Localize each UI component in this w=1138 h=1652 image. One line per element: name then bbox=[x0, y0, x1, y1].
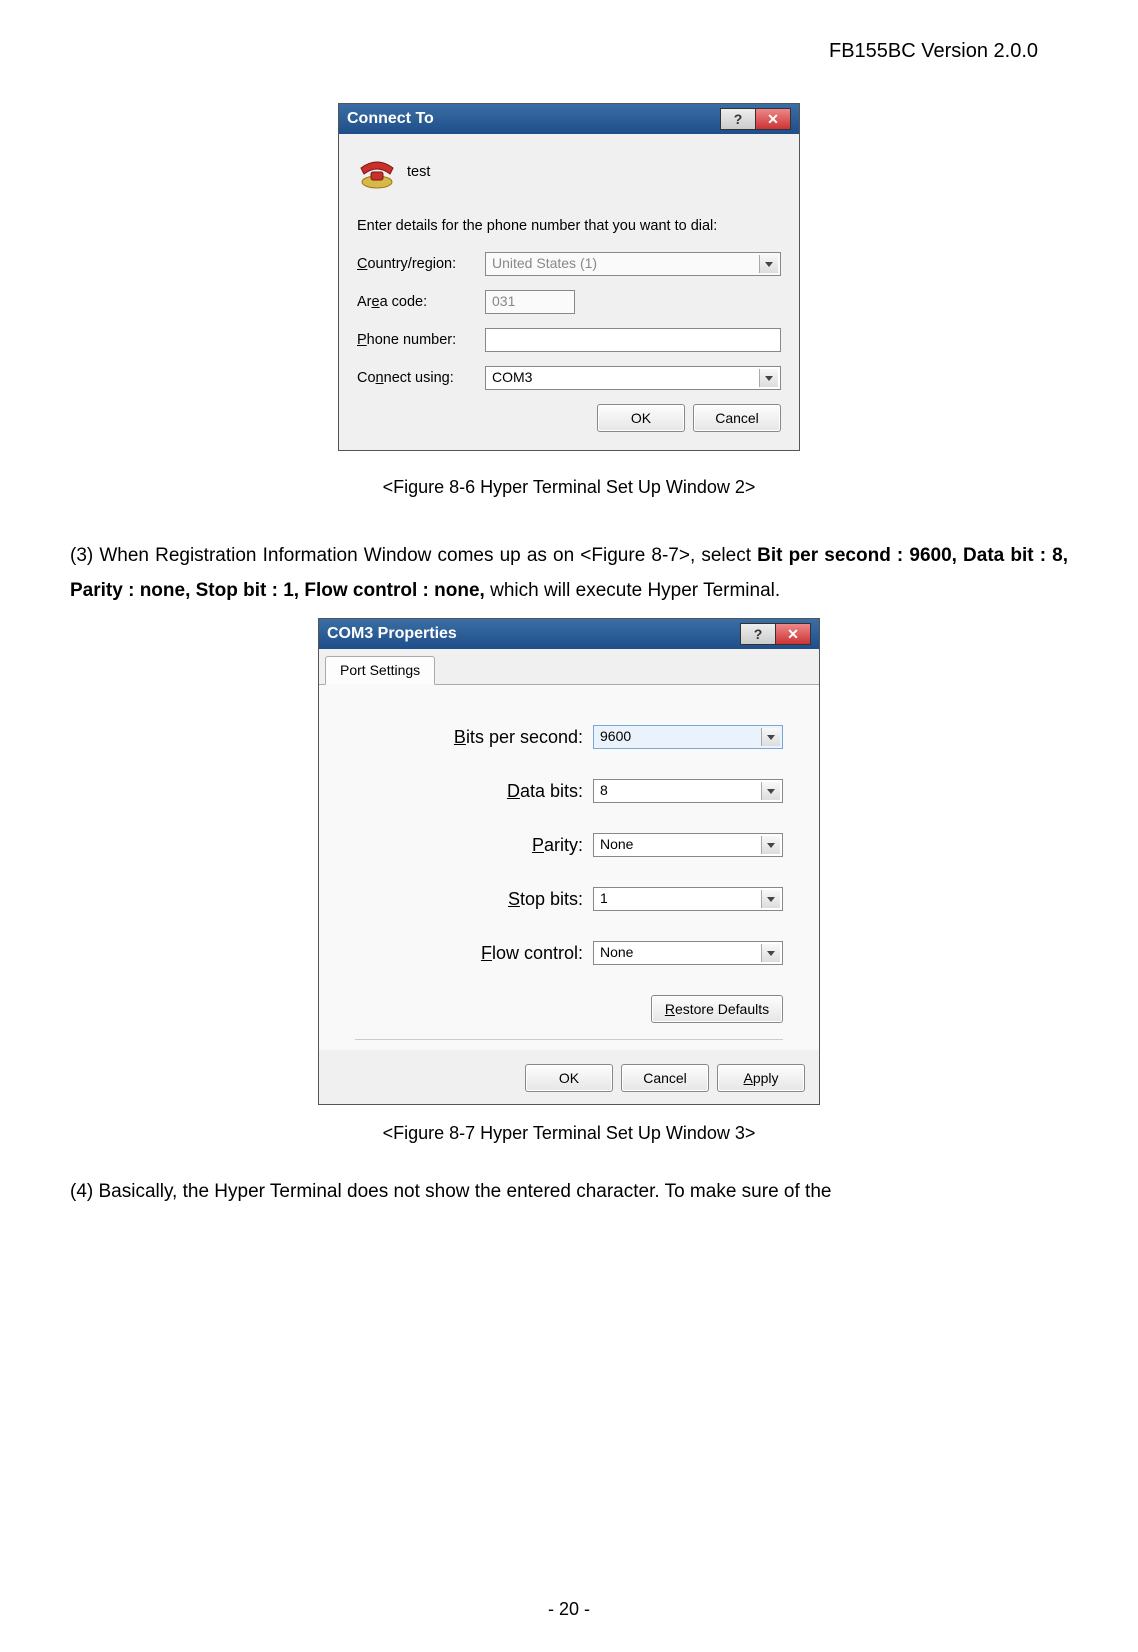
dialog-titlebar: COM3 Properties ? ✕ bbox=[319, 619, 819, 649]
chevron-down-icon bbox=[761, 890, 780, 908]
stopbits-label: Stop bits: bbox=[443, 889, 593, 910]
close-button[interactable]: ✕ bbox=[775, 623, 811, 645]
phone-number-input[interactable] bbox=[485, 328, 781, 352]
help-button[interactable]: ? bbox=[740, 623, 776, 645]
chevron-down-icon bbox=[761, 836, 780, 854]
question-icon: ? bbox=[734, 111, 743, 127]
paragraph-4: (4) Basically, the Hyper Terminal does n… bbox=[70, 1174, 1068, 1209]
area-code-label: Area code: bbox=[357, 294, 485, 310]
close-button[interactable]: ✕ bbox=[755, 108, 791, 130]
dialog-titlebar: Connect To ? ✕ bbox=[339, 104, 799, 134]
country-label: CCountry/region:ountry/region: bbox=[357, 256, 485, 272]
instruction-text: Enter details for the phone number that … bbox=[357, 218, 781, 234]
flow-label: Flow control: bbox=[443, 943, 593, 964]
chevron-down-icon bbox=[761, 728, 780, 746]
connect-using-label: Connect using: bbox=[357, 370, 485, 386]
apply-button[interactable]: Apply bbox=[717, 1064, 805, 1092]
chevron-down-icon bbox=[759, 255, 778, 273]
chevron-down-icon bbox=[759, 369, 778, 387]
figure-caption-1: <Figure 8-6 Hyper Terminal Set Up Window… bbox=[60, 477, 1078, 498]
databits-select[interactable]: 8 bbox=[593, 779, 783, 803]
area-code-input[interactable]: 031 bbox=[485, 290, 575, 314]
connect-to-dialog: Connect To ? ✕ test Enter details for th… bbox=[338, 103, 800, 451]
tab-port-settings[interactable]: Port Settings bbox=[325, 656, 435, 685]
dialog-title: Connect To bbox=[347, 110, 434, 128]
chevron-down-icon bbox=[761, 944, 780, 962]
cancel-button[interactable]: Cancel bbox=[693, 404, 781, 432]
cancel-button[interactable]: Cancel bbox=[621, 1064, 709, 1092]
close-icon: ✕ bbox=[787, 626, 799, 643]
ok-button[interactable]: OK bbox=[597, 404, 685, 432]
paragraph-3: (3) When Registration Information Window… bbox=[70, 538, 1068, 608]
phone-number-label: Phone number: bbox=[357, 332, 485, 348]
page-number: - 20 - bbox=[0, 1599, 1138, 1620]
dialog-title: COM3 Properties bbox=[327, 625, 457, 643]
connection-name: test bbox=[407, 164, 430, 180]
com-properties-dialog: COM3 Properties ? ✕ Port Settings Bits p… bbox=[318, 618, 820, 1105]
question-icon: ? bbox=[754, 626, 763, 642]
connect-using-select[interactable]: COM3 bbox=[485, 366, 781, 390]
doc-version: FB155BC Version 2.0.0 bbox=[60, 40, 1038, 63]
databits-label: Data bits: bbox=[443, 781, 593, 802]
telephone-icon bbox=[357, 154, 397, 190]
parity-label: Parity: bbox=[443, 835, 593, 856]
close-icon: ✕ bbox=[767, 111, 779, 128]
flow-select[interactable]: None bbox=[593, 941, 783, 965]
figure-caption-2: <Figure 8-7 Hyper Terminal Set Up Window… bbox=[60, 1123, 1078, 1144]
restore-defaults-button[interactable]: Restore Defaults bbox=[651, 995, 783, 1023]
stopbits-select[interactable]: 1 bbox=[593, 887, 783, 911]
bps-label: Bits per second: bbox=[443, 727, 593, 748]
country-select[interactable]: United States (1) bbox=[485, 252, 781, 276]
bps-select[interactable]: 9600 bbox=[593, 725, 783, 749]
chevron-down-icon bbox=[761, 782, 780, 800]
help-button[interactable]: ? bbox=[720, 108, 756, 130]
parity-select[interactable]: None bbox=[593, 833, 783, 857]
tab-strip: Port Settings bbox=[319, 649, 819, 685]
ok-button[interactable]: OK bbox=[525, 1064, 613, 1092]
